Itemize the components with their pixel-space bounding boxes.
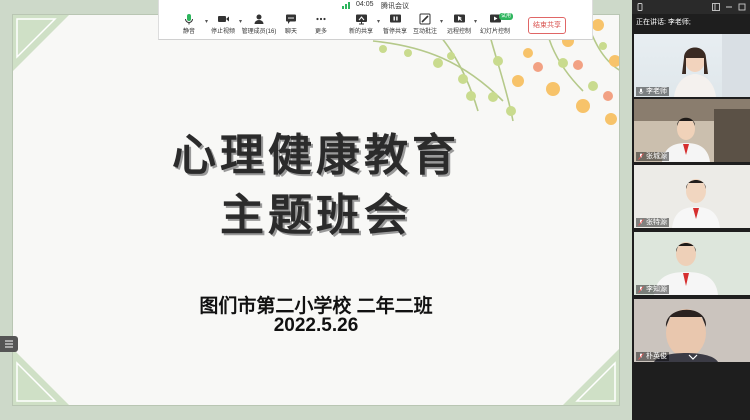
microphone-muted-icon xyxy=(638,285,644,293)
participant-name: 李知源 xyxy=(645,286,667,293)
phone-icon[interactable] xyxy=(636,3,644,11)
corner-decoration-top-left xyxy=(13,15,69,71)
list-icon xyxy=(5,340,13,348)
slide-school-class: 图们市第二小学校 二年二班 xyxy=(199,296,433,317)
shared-screen: 心理健康教育 主题班会 图们市第二小学校 二年二班 2022.5.26 xyxy=(0,0,632,420)
corner-decoration-bottom-left xyxy=(13,349,69,405)
participant-name-badge: 李知源 xyxy=(636,285,669,294)
signal-icon xyxy=(342,2,350,9)
more-dots-icon xyxy=(316,17,326,21)
slide-control-label: 幻灯片控制 xyxy=(479,29,510,35)
slide-title-line2: 主题班会 xyxy=(220,190,412,241)
participant-name-badge: 张城源 xyxy=(636,152,669,161)
maximize-icon[interactable] xyxy=(738,3,746,11)
participant-name-badge: 张特源 xyxy=(636,218,669,227)
participant-tile[interactable]: 李知源 xyxy=(634,232,750,295)
chat-icon xyxy=(286,14,296,24)
members-icon xyxy=(254,14,264,24)
microphone-icon xyxy=(638,88,644,94)
participant-tile[interactable]: 张城源 xyxy=(634,99,750,162)
microphone-muted-icon xyxy=(638,352,644,360)
more-label: 更多 xyxy=(314,29,327,35)
end-share-button[interactable]: 结束共享 xyxy=(528,17,566,34)
meeting-timer: 04:05 xyxy=(356,1,374,8)
participant-name: 朴英俊 xyxy=(645,353,667,360)
remote-control-icon xyxy=(453,14,465,23)
participant-name: 李老师 xyxy=(645,88,667,95)
corner-decoration-bottom-right xyxy=(563,349,619,405)
microphone-icon xyxy=(185,14,193,25)
microphone-muted-icon xyxy=(638,152,644,160)
participant-tile[interactable]: 张特源 xyxy=(634,165,750,228)
screen-share-icon xyxy=(355,14,367,25)
participant-name: 张城源 xyxy=(645,153,667,160)
pause-share-icon xyxy=(389,14,401,23)
slide-date: 2022.5.26 xyxy=(273,315,359,336)
trial-badge: 试用 xyxy=(499,13,514,20)
meeting-toolbar: 04:05 腾讯会议 静音 ▾ 停止视频 ▾ 管理成员(16) 聊天 更多 新的… xyxy=(158,0,593,40)
participant-panel: 正在讲话: 李老师; 李老师 张城源 张特源 李知源 朴英俊 xyxy=(632,0,750,420)
layout-icon[interactable] xyxy=(712,3,720,11)
side-menu-handle[interactable] xyxy=(0,336,18,352)
slide-title-line1: 心理健康教育 xyxy=(172,130,460,181)
microphone-muted-icon xyxy=(638,218,644,226)
video-camera-icon xyxy=(217,16,229,22)
participant-name-badge: 李老师 xyxy=(636,87,669,96)
participant-tile[interactable]: 朴英俊 xyxy=(634,299,750,362)
participant-tile[interactable]: 李老师 xyxy=(634,34,750,97)
toolbar-header: 04:05 腾讯会议 xyxy=(159,0,592,12)
panel-title-bar xyxy=(632,0,750,14)
active-speaker-text: 正在讲话: 李老师; xyxy=(632,14,750,32)
presentation-slide: 心理健康教育 主题班会 图们市第二小学校 二年二班 2022.5.26 xyxy=(12,14,620,406)
more-button[interactable]: 更多 xyxy=(299,13,343,39)
annotate-pen-icon xyxy=(419,13,431,25)
chevron-down-icon[interactable] xyxy=(688,354,698,360)
participant-name: 张特源 xyxy=(645,219,667,226)
app-title: 腾讯会议 xyxy=(381,3,409,10)
minimize-icon[interactable] xyxy=(725,3,733,11)
participant-name-badge: 朴英俊 xyxy=(636,352,669,361)
